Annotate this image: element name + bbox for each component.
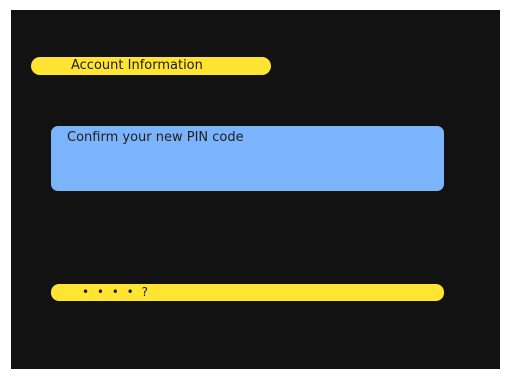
pin-value: • • • • ? <box>82 285 150 299</box>
page-title: Account Information <box>31 57 271 75</box>
prompt-panel: Confirm your new PIN code <box>51 126 444 191</box>
pin-input[interactable]: • • • • ? <box>51 284 444 301</box>
prompt-text: Confirm your new PIN code <box>67 130 244 145</box>
tv-screen: Account Information Confirm your new PIN… <box>11 10 500 369</box>
